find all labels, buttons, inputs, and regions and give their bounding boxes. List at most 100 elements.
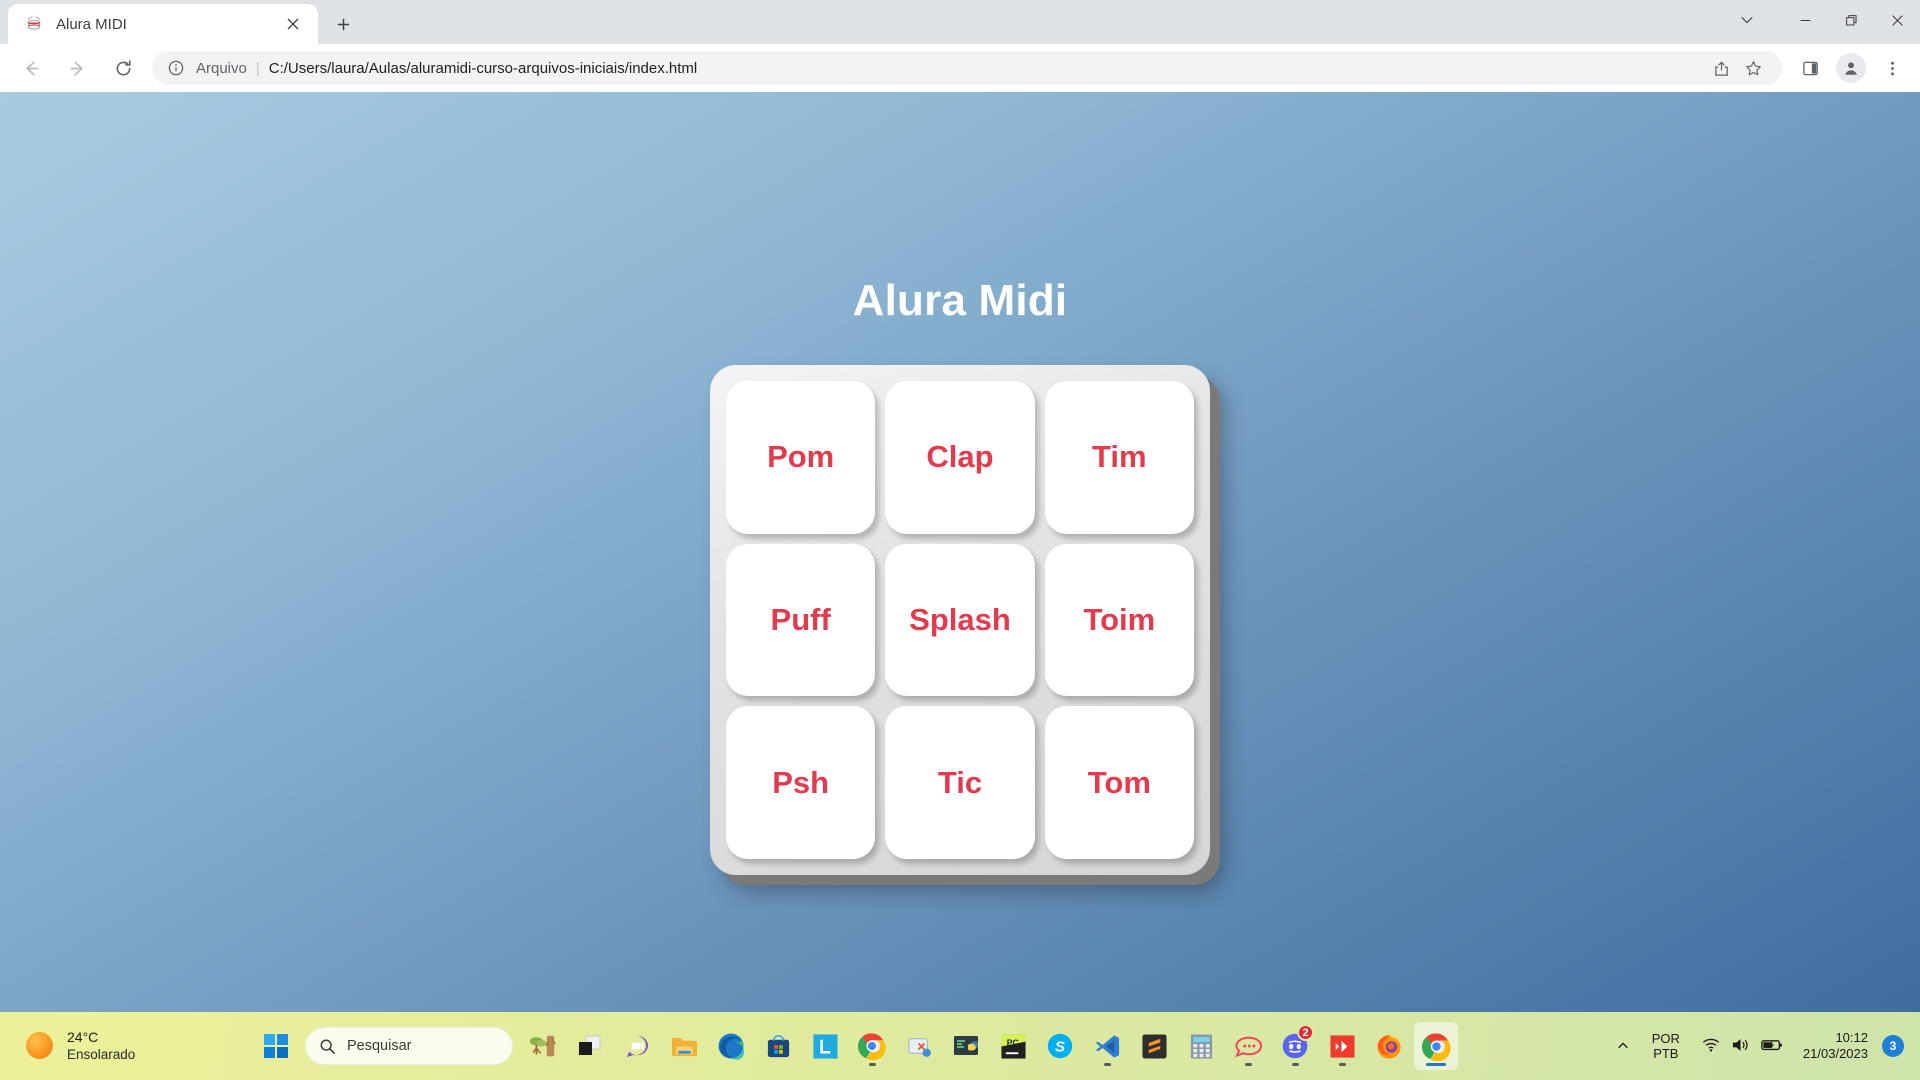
calculator-icon (1186, 1031, 1216, 1061)
tab-title: Alura MIDI (56, 15, 127, 33)
minimize-icon[interactable] (1782, 0, 1828, 40)
skype-icon: S (1045, 1031, 1075, 1061)
taskbar-center: Pesquisar PC S 2 (255, 1022, 1458, 1070)
taskbar-app-calculator[interactable] (1179, 1022, 1223, 1070)
pad-psh[interactable]: Psh (726, 706, 876, 859)
drum-icon (24, 14, 44, 34)
close-icon[interactable] (1874, 0, 1920, 40)
url-text: C:/Users/laura/Aulas/aluramidi-curso-arq… (268, 59, 698, 77)
side-panel-icon[interactable] (1793, 51, 1827, 85)
running-indicator (868, 1062, 876, 1066)
discord-badge-count: 2 (1297, 1024, 1314, 1041)
start-button[interactable] (255, 1025, 297, 1067)
windows-taskbar: 24°C Ensolarado Pesquisar PC S 2 POR PTB… (0, 1012, 1920, 1080)
share-icon[interactable] (1706, 53, 1736, 83)
taskbar-app-sublime-text[interactable] (1132, 1022, 1176, 1070)
taskbar-app-microsoft-store[interactable] (756, 1022, 800, 1070)
taskbar-app-task-view[interactable] (568, 1022, 612, 1070)
address-bar[interactable]: Arquivo | C:/Users/laura/Aulas/aluramidi… (152, 51, 1782, 85)
taskbar-app-visual-studio-code[interactable] (1085, 1022, 1129, 1070)
taskbar-app-widgets-tree[interactable] (521, 1022, 565, 1070)
chrome-icon (1421, 1031, 1451, 1061)
taskbar-app-discord[interactable]: 2 (1273, 1022, 1317, 1070)
drum-pad-panel: Pom Clap Tim Puff Splash Toim Psh Tic To… (710, 365, 1210, 875)
anydesk-icon (1327, 1031, 1357, 1061)
forward-arrow-icon[interactable] (59, 50, 95, 86)
letter-l-icon (810, 1031, 840, 1061)
new-tab-button[interactable] (326, 7, 360, 41)
running-indicator (1103, 1062, 1111, 1066)
taskbar-app-file-explorer[interactable] (662, 1022, 706, 1070)
tab-close-icon[interactable] (280, 11, 306, 37)
taskbar-app-microsoft-edge[interactable] (709, 1022, 753, 1070)
pycharm-icon: PC (998, 1031, 1028, 1061)
sun-icon (26, 1032, 53, 1060)
python-terminal-icon (951, 1031, 981, 1061)
taskbar-app-chat[interactable] (615, 1022, 659, 1070)
weather-text: 24°C Ensolarado (67, 1028, 135, 1064)
tab-search-icon[interactable] (1722, 0, 1772, 40)
restore-icon[interactable] (1828, 0, 1874, 40)
rocket-chat-icon (1233, 1031, 1263, 1061)
taskbar-app-pycharm[interactable]: PC (991, 1022, 1035, 1070)
language-indicator[interactable]: POR PTB (1644, 1031, 1688, 1062)
weather-condition: Ensolarado (67, 1047, 136, 1063)
snip-icon (904, 1031, 934, 1061)
info-circle-icon[interactable] (166, 58, 186, 78)
sublime-icon (1139, 1031, 1169, 1061)
firefox-icon (1374, 1031, 1404, 1061)
pad-toim[interactable]: Toim (1044, 543, 1194, 697)
battery-charging-icon (1761, 1038, 1783, 1055)
notification-count-badge[interactable]: 3 (1882, 1035, 1904, 1057)
pad-splash[interactable]: Splash (885, 543, 1035, 697)
taskbar-app-firefox[interactable] (1367, 1022, 1411, 1070)
three-dot-menu-icon[interactable] (1875, 51, 1909, 85)
back-arrow-icon[interactable] (13, 50, 49, 86)
clock-date: 21/03/2023 (1802, 1046, 1868, 1061)
taskbar-app-snipping-tool[interactable] (897, 1022, 941, 1070)
store-icon (763, 1031, 793, 1061)
taskbar-apps: PC S 2 (521, 1022, 1458, 1070)
weather-widget[interactable]: 24°C Ensolarado (0, 1028, 255, 1064)
folder-icon (669, 1031, 699, 1061)
pad-tim[interactable]: Tim (1044, 381, 1194, 534)
running-indicator (1291, 1062, 1299, 1066)
page-viewport: Alura Midi Pom Clap Tim Puff Splash Toim… (0, 92, 1920, 1012)
windows-logo-icon (263, 1033, 289, 1059)
wifi-icon (1702, 1037, 1720, 1056)
taskbar-app-google-chrome[interactable] (1414, 1022, 1458, 1070)
language-line-2: PTB (1653, 1046, 1679, 1061)
clock[interactable]: 10:12 21/03/2023 (1797, 1030, 1878, 1061)
star-icon[interactable] (1738, 53, 1768, 83)
pad-puff[interactable]: Puff (726, 543, 876, 697)
taskbar-app-anydesk[interactable] (1320, 1022, 1364, 1070)
omnibox-actions (1704, 53, 1768, 83)
tab-alura-midi[interactable]: Alura MIDI (8, 4, 318, 44)
tray-quick-settings[interactable] (1692, 1037, 1793, 1056)
taskbar-app-skype[interactable]: S (1038, 1022, 1082, 1070)
pad-clap[interactable]: Clap (885, 381, 1035, 534)
running-indicator (1244, 1062, 1252, 1066)
profile-avatar-icon[interactable] (1836, 53, 1866, 83)
show-hidden-icons-chevron[interactable] (1606, 1026, 1640, 1066)
taskbar-app-l-app[interactable] (803, 1022, 847, 1070)
taskbar-app-google-chrome-pinned[interactable] (850, 1022, 894, 1070)
pad-tom[interactable]: Tom (1044, 706, 1194, 859)
url-separator: | (255, 59, 260, 77)
pad-pom[interactable]: Pom (726, 381, 876, 534)
active-indicator (1426, 1062, 1446, 1066)
pad-tic[interactable]: Tic (885, 706, 1035, 859)
search-input[interactable]: Pesquisar (305, 1027, 513, 1065)
taskbar-app-rocket-chat[interactable] (1226, 1022, 1270, 1070)
search-placeholder: Pesquisar (347, 1038, 412, 1054)
svg-text:PC: PC (1006, 1037, 1019, 1047)
weather-temperature: 24°C (67, 1029, 99, 1046)
browser-toolbar: Arquivo | C:/Users/laura/Aulas/aluramidi… (0, 44, 1920, 92)
window-controls (1722, 0, 1920, 44)
system-tray: POR PTB 10:12 21/03/2023 3 (1606, 1026, 1920, 1066)
vscode-icon (1092, 1031, 1122, 1061)
page-content: Alura Midi Pom Clap Tim Puff Splash Toim… (0, 92, 1920, 875)
tab-strip: Alura MIDI (0, 0, 1920, 44)
taskbar-app-python-idle[interactable] (944, 1022, 988, 1070)
reload-icon[interactable] (105, 50, 141, 86)
